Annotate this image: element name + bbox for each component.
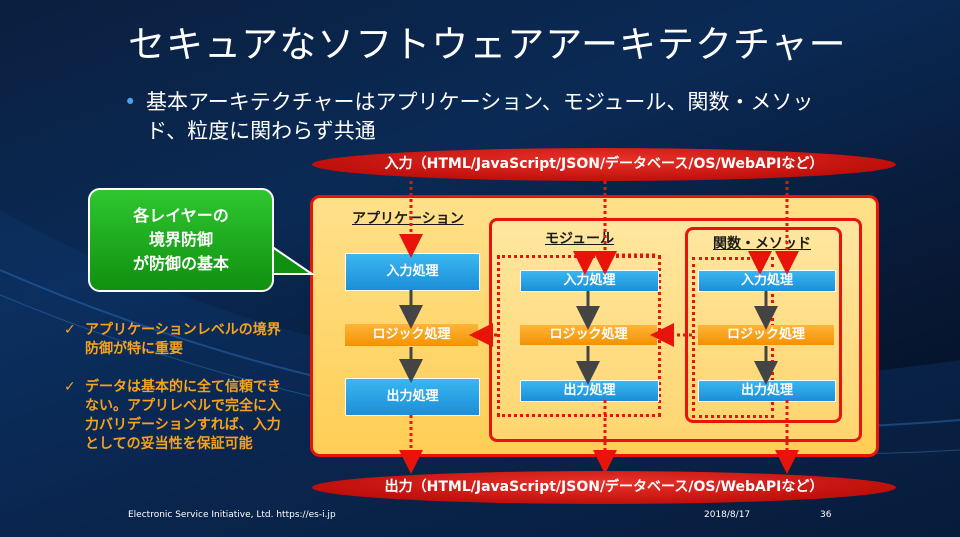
callout-pointer	[268, 242, 316, 275]
callout-box: 各レイヤーの 境界防御 が防御の基本	[88, 188, 274, 292]
check-item: ✓ データは基本的に全て信頼できない。アプリレベルで完全に入力バリデーションすれ…	[64, 378, 294, 454]
module-input-process: 入力処理	[520, 270, 659, 292]
bullet-point: • 基本アーキテクチャーはアプリケーション、モジュール、関数・メソッド、粒度に関…	[124, 88, 814, 146]
function-output-process: 出力処理	[698, 380, 836, 402]
function-label: 関数・メソッド	[713, 236, 811, 252]
app-logic-process: ロジック処理	[345, 324, 478, 346]
function-input-process: 入力処理	[698, 270, 836, 292]
check-text: アプリケーションレベルの境界防御が特に重要	[85, 322, 281, 357]
module-label: モジュール	[545, 231, 615, 247]
function-logic-process: ロジック処理	[698, 325, 834, 345]
footer-page-number: 36	[820, 510, 832, 520]
app-output-process: 出力処理	[345, 378, 480, 416]
callout-line-2: 境界防御	[148, 230, 213, 249]
footer-date: 2018/8/17	[704, 510, 751, 520]
module-logic-process: ロジック処理	[520, 325, 657, 345]
callout-line-3: が防御の基本	[132, 254, 229, 273]
checkmark-icon: ✓	[64, 379, 76, 395]
output-band: 出力（HTML/JavaScript/JSON/データベース/OS/WebAPI…	[312, 471, 896, 504]
callout-line-1: 各レイヤーの	[133, 206, 229, 225]
app-input-process: 入力処理	[345, 253, 480, 291]
check-item: ✓ アプリケーションレベルの境界防御が特に重要	[64, 321, 294, 359]
bullet-dot-icon: •	[124, 90, 137, 114]
check-text: データは基本的に全て信頼できない。アプリレベルで完全に入力バリデーションすれば、…	[85, 379, 281, 452]
checkmark-icon: ✓	[64, 322, 76, 338]
bullet-text: 基本アーキテクチャーはアプリケーション、モジュール、関数・メソッド、粒度に関わら…	[146, 90, 814, 143]
footer-org: Electronic Service Initiative, Ltd. http…	[128, 510, 336, 520]
application-label: アプリケーション	[352, 211, 464, 227]
module-output-process: 出力処理	[520, 380, 659, 402]
input-band: 入力（HTML/JavaScript/JSON/データベース/OS/WebAPI…	[312, 148, 896, 181]
slide-title: セキュアなソフトウェアアーキテクチャー	[128, 23, 847, 66]
